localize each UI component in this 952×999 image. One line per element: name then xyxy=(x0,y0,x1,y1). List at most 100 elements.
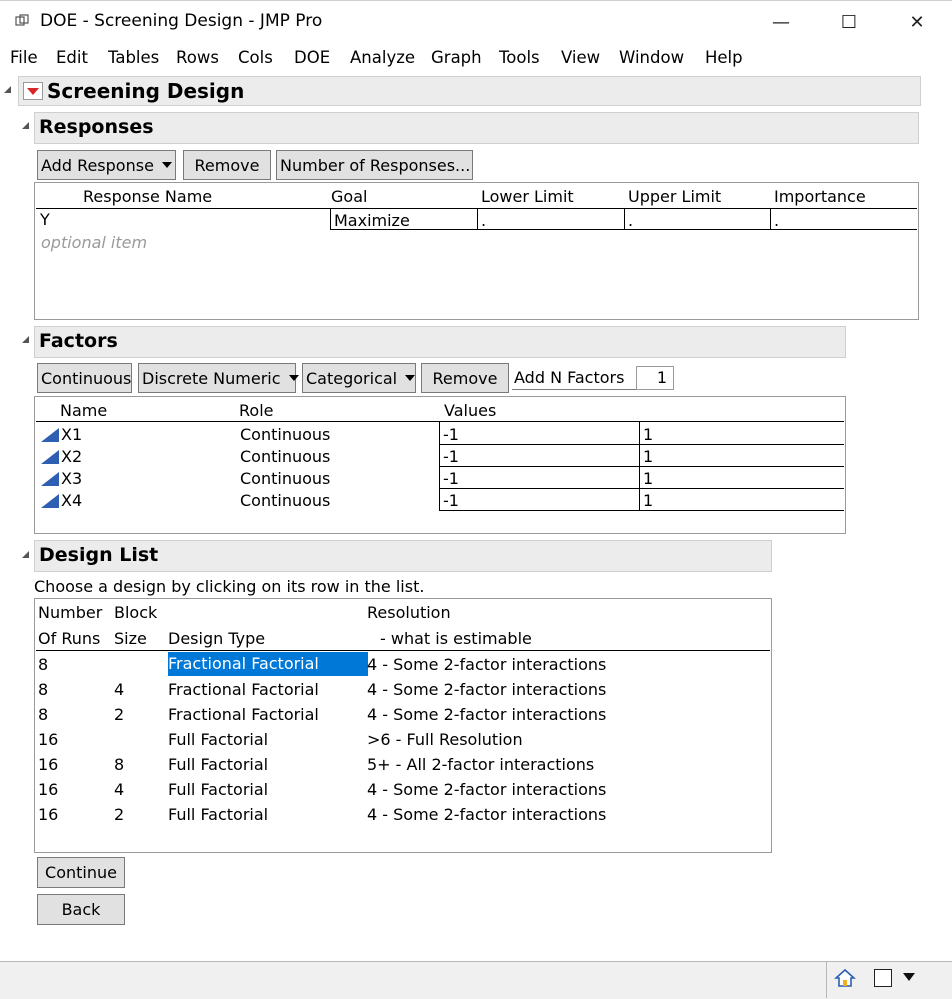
factors-collapse-triangle[interactable] xyxy=(22,336,29,343)
col-values: Values xyxy=(444,401,497,420)
design-type: Full Factorial xyxy=(168,780,269,799)
window-title: DOE - Screening Design - JMP Pro xyxy=(40,11,323,31)
close-window-button[interactable]: ✕ xyxy=(894,6,940,38)
window-list-dropdown-icon[interactable] xyxy=(903,973,915,981)
minimize-icon: — xyxy=(772,11,790,33)
menu-analyze[interactable]: Analyze xyxy=(350,48,415,67)
menu-rows[interactable]: Rows xyxy=(176,48,219,67)
home-icon[interactable] xyxy=(834,968,856,988)
col-resolution-line1: Resolution xyxy=(367,603,451,622)
factor-low-x1[interactable]: -1 xyxy=(443,425,459,444)
col-block-line2: Size xyxy=(114,629,147,648)
continuous-label: Continuous xyxy=(41,368,132,388)
col-design-type: Design Type xyxy=(168,629,266,648)
discrete-numeric-button[interactable]: Discrete Numeric xyxy=(138,363,299,393)
design-block: 4 xyxy=(114,680,125,699)
optional-item[interactable]: optional item xyxy=(41,233,147,252)
design-type: Full Factorial xyxy=(168,730,269,749)
add-response-label: Add Response xyxy=(41,155,154,175)
categorical-button[interactable]: Categorical xyxy=(302,363,416,393)
continue-label: Continue xyxy=(45,863,117,882)
dropdown-arrow-icon xyxy=(288,375,299,381)
factor-high-x1[interactable]: 1 xyxy=(643,425,653,444)
design-list-collapse-triangle[interactable] xyxy=(22,551,29,558)
responses-collapse-triangle[interactable] xyxy=(22,122,29,129)
window-list-icon[interactable] xyxy=(874,969,892,987)
factors-title: Factors xyxy=(39,330,118,352)
design-type: Fractional Factorial xyxy=(168,680,319,699)
number-of-responses-label: Number of Responses... xyxy=(280,155,471,175)
menu-file[interactable]: File xyxy=(10,48,38,67)
factor-name-x3[interactable]: X3 xyxy=(61,469,82,488)
screening-design-title: Screening Design xyxy=(47,79,245,103)
continue-button[interactable]: Continue xyxy=(37,857,125,888)
col-response-name: Response Name xyxy=(83,187,213,206)
maximize-icon: ☐ xyxy=(840,11,858,33)
outline-collapse-triangle[interactable] xyxy=(4,86,11,93)
design-type-selected[interactable]: Fractional Factorial xyxy=(168,652,368,676)
col-name: Name xyxy=(60,401,108,420)
design-resolution: 4 - Some 2-factor interactions xyxy=(367,705,607,724)
continuous-factor-icon xyxy=(41,472,59,486)
design-resolution: 4 - Some 2-factor interactions xyxy=(367,655,607,674)
menu-help[interactable]: Help xyxy=(705,48,743,67)
design-resolution: 4 - Some 2-factor interactions xyxy=(367,680,607,699)
add-response-button[interactable]: Add Response xyxy=(37,150,176,180)
col-lower-limit: Lower Limit xyxy=(481,187,574,206)
categorical-label: Categorical xyxy=(306,368,398,388)
upper-limit-cell[interactable]: . xyxy=(628,211,633,230)
design-resolution: 4 - Some 2-factor interactions xyxy=(367,805,607,824)
red-triangle-icon xyxy=(27,87,39,95)
response-name-cell[interactable]: Y xyxy=(40,210,50,229)
factor-high-x3[interactable]: 1 xyxy=(643,469,653,488)
lower-limit-cell[interactable]: . xyxy=(481,211,486,230)
menu-edit[interactable]: Edit xyxy=(56,48,88,67)
importance-cell[interactable]: . xyxy=(774,211,779,230)
design-runs: 8 xyxy=(38,655,49,674)
row-rule xyxy=(439,510,844,511)
factors-header xyxy=(34,326,846,358)
menu-graph[interactable]: Graph xyxy=(431,48,482,67)
remove-factor-button[interactable]: Remove xyxy=(421,363,509,393)
factor-low-x3[interactable]: -1 xyxy=(443,469,459,488)
row-rule xyxy=(439,488,844,489)
responses-header xyxy=(34,112,919,144)
design-resolution: >6 - Full Resolution xyxy=(367,730,523,749)
goal-cell[interactable]: Maximize xyxy=(334,211,410,230)
factor-high-x4[interactable]: 1 xyxy=(643,491,653,510)
factor-name-x4[interactable]: X4 xyxy=(61,491,82,510)
factor-role-x2: Continuous xyxy=(240,447,331,466)
continuous-button[interactable]: Continuous xyxy=(37,363,132,393)
menu-view[interactable]: View xyxy=(561,48,600,67)
add-n-factors-input[interactable]: 1 xyxy=(636,366,674,390)
factor-low-x4[interactable]: -1 xyxy=(443,491,459,510)
factor-name-x1[interactable]: X1 xyxy=(61,425,82,444)
menu-tables[interactable]: Tables xyxy=(108,48,159,67)
remove-response-label: Remove xyxy=(194,155,260,175)
remove-factor-label: Remove xyxy=(432,368,498,388)
menu-window[interactable]: Window xyxy=(619,48,684,67)
factor-name-x2[interactable]: X2 xyxy=(61,447,82,466)
menu-cols[interactable]: Cols xyxy=(238,48,273,67)
design-runs: 16 xyxy=(38,805,59,824)
minimize-button[interactable]: — xyxy=(758,6,804,38)
design-type: Full Factorial xyxy=(168,805,269,824)
back-button[interactable]: Back xyxy=(37,894,125,925)
continuous-factor-icon xyxy=(41,450,59,464)
design-runs: 16 xyxy=(38,755,59,774)
factor-role-x4: Continuous xyxy=(240,491,331,510)
remove-response-button[interactable]: Remove xyxy=(183,150,271,180)
red-triangle-menu[interactable] xyxy=(23,82,43,100)
design-resolution: 4 - Some 2-factor interactions xyxy=(367,780,607,799)
design-runs: 8 xyxy=(38,680,49,699)
factor-high-x2[interactable]: 1 xyxy=(643,447,653,466)
col-role: Role xyxy=(239,401,274,420)
number-of-responses-button[interactable]: Number of Responses... xyxy=(276,150,473,180)
menu-doe[interactable]: DOE xyxy=(294,48,330,67)
maximize-button[interactable]: ☐ xyxy=(826,6,872,38)
menu-tools[interactable]: Tools xyxy=(499,48,540,67)
factor-low-x2[interactable]: -1 xyxy=(443,447,459,466)
design-block: 2 xyxy=(114,805,125,824)
cell-divider xyxy=(770,209,771,230)
responses-title: Responses xyxy=(39,116,154,138)
